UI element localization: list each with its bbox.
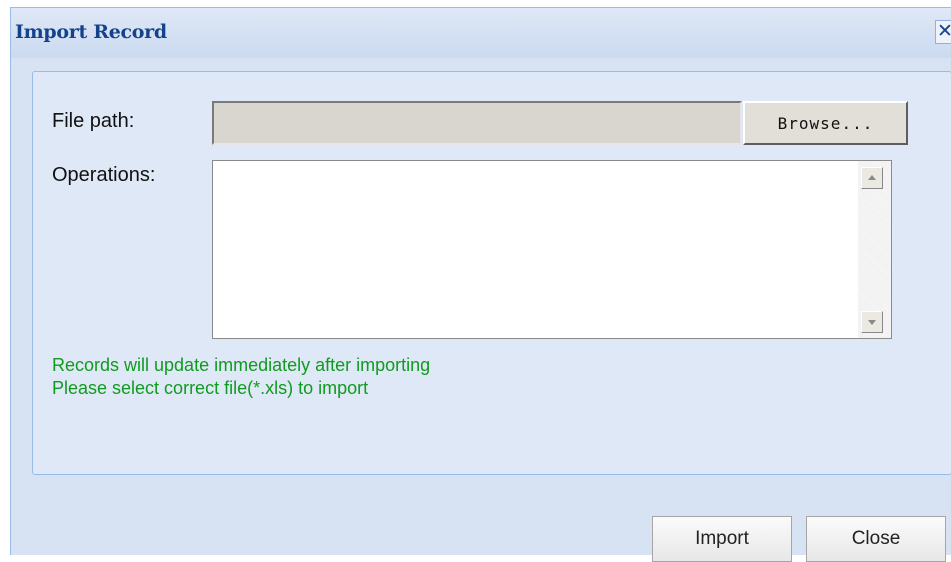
- arrow-up-icon[interactable]: [861, 167, 883, 189]
- operations-box: [212, 160, 892, 339]
- import-button[interactable]: Import: [652, 516, 792, 562]
- close-button[interactable]: Close: [806, 516, 946, 562]
- operations-textarea[interactable]: [213, 161, 858, 338]
- note-select-file: Please select correct file(*.xls) to imp…: [52, 378, 369, 398]
- import-record-dialog: Import Record ✕ File path: Browse... Ope…: [10, 7, 951, 562]
- close-icon[interactable]: ✕: [935, 20, 951, 44]
- file-path-label: File path:: [52, 110, 135, 132]
- arrow-down-icon[interactable]: [861, 311, 883, 333]
- browse-button[interactable]: Browse...: [743, 101, 908, 145]
- dialog-titlebar[interactable]: Import Record: [11, 8, 951, 58]
- operations-label: Operations:: [52, 164, 156, 186]
- dialog-title: Import Record: [15, 21, 167, 43]
- form-panel: File path: Browse... Operations: Records…: [32, 71, 951, 475]
- operations-scrollbar[interactable]: [858, 161, 891, 338]
- file-path-input[interactable]: [212, 101, 742, 145]
- note-update-immediately: Records will update immediately after im…: [52, 355, 431, 375]
